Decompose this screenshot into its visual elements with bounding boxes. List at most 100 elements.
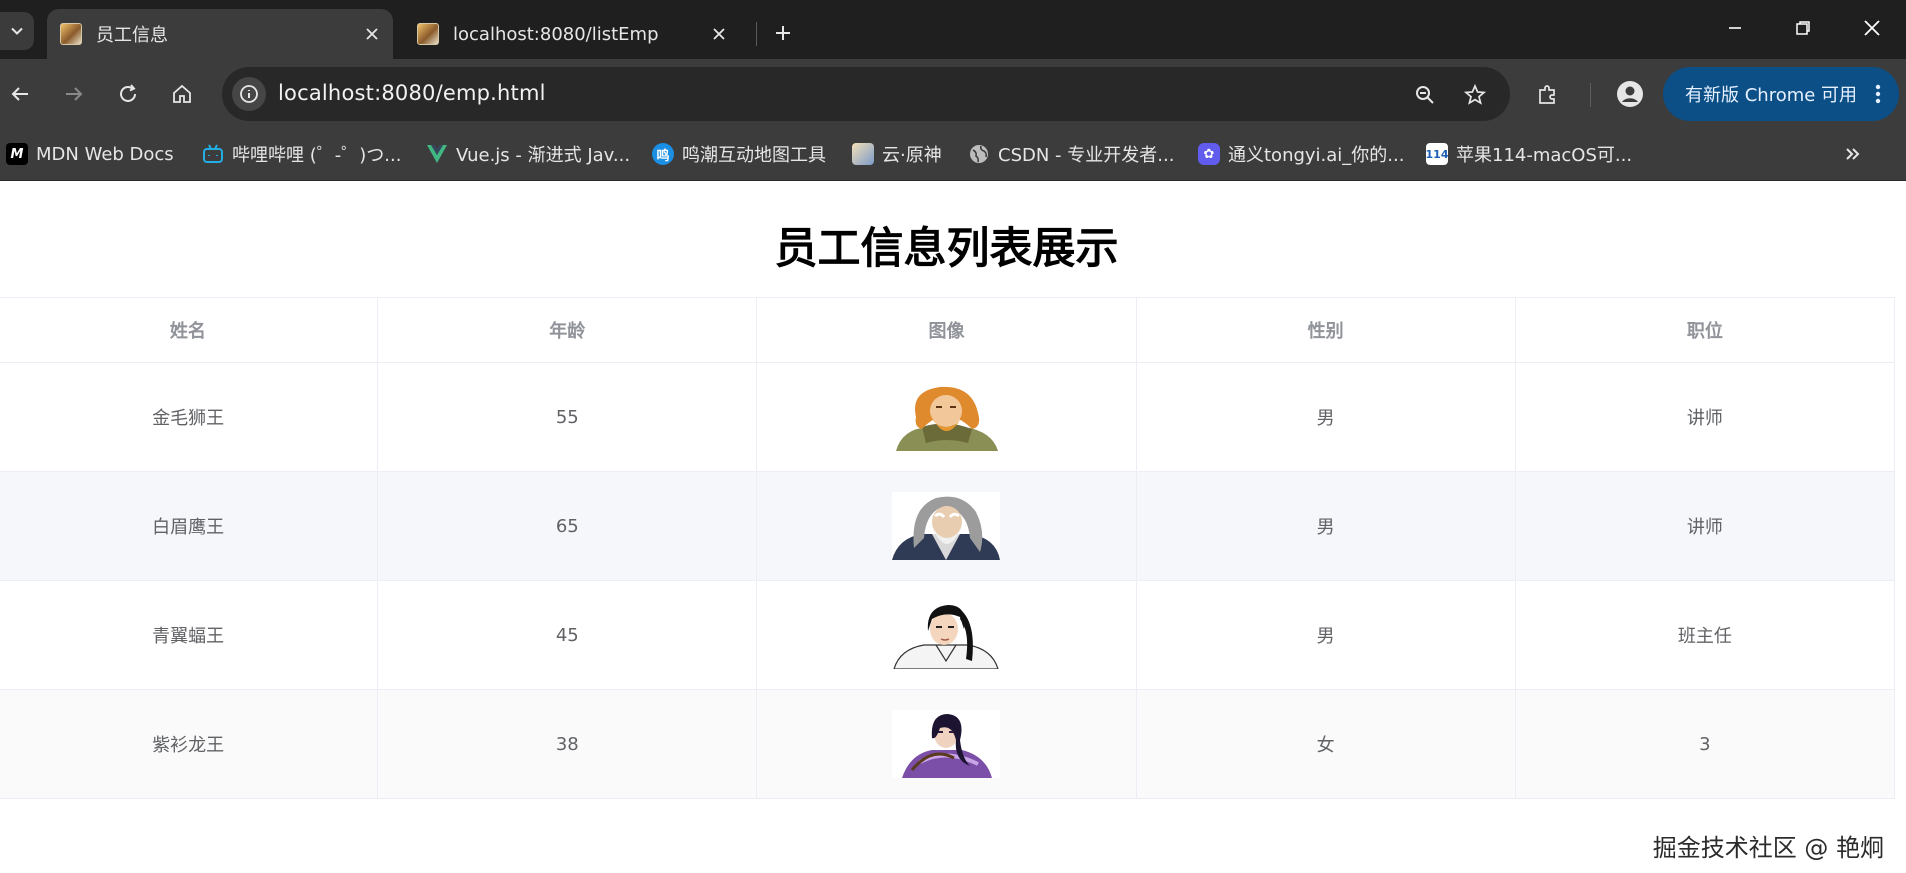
bookmark-star-button[interactable] (1460, 80, 1490, 110)
forward-button[interactable] (56, 76, 92, 112)
plus-icon (776, 26, 790, 40)
tab-search-button[interactable] (0, 12, 34, 50)
address-bar[interactable]: localhost:8080/emp.html (222, 67, 1510, 121)
purple-robe-dragon-king-avatar (892, 710, 1001, 778)
tab-strip: 员工信息 localhost:8080/listEmp (0, 0, 1906, 59)
bookmark-label: 鸣潮互动地图工具 (682, 145, 826, 166)
cell-name: 白眉鹰王 (0, 471, 379, 581)
bookmark-label: MDN Web Docs (36, 143, 174, 165)
cell-job: 3 (1514, 689, 1896, 799)
golden-lion-king-avatar (892, 383, 1001, 451)
tab-favicon-icon (60, 23, 82, 45)
cell-name: 青翼蝠王 (0, 580, 379, 690)
cell-name: 金毛狮王 (0, 362, 379, 472)
cell-image (756, 362, 1137, 472)
cell-gender: 女 (1135, 689, 1516, 799)
cell-job: 班主任 (1514, 580, 1896, 690)
table-header-row: 姓名 年龄 图像 性别 职位 (0, 297, 1896, 363)
green-wing-bat-king-avatar (892, 601, 1001, 669)
bookmark-mdn[interactable]: M MDN Web Docs (6, 139, 174, 169)
close-icon (1864, 20, 1880, 36)
update-button-label: 有新版 Chrome 可用 (1685, 85, 1858, 106)
restore-button[interactable] (1775, 8, 1831, 48)
close-window-button[interactable] (1844, 8, 1900, 48)
watermark: 掘金技术社区 @ 艳炯 (1652, 834, 1884, 862)
browser-toolbar: localhost:8080/emp.html 有新版 Chrome 可用 (0, 59, 1906, 129)
close-icon (713, 28, 725, 40)
bookmark-label: 哔哩哔哩 (゜-゜)つ... (232, 145, 402, 166)
cell-gender: 男 (1135, 471, 1516, 581)
home-button[interactable] (164, 76, 200, 112)
tab-title: localhost:8080/listEmp (453, 23, 659, 45)
header-age: 年龄 (377, 297, 758, 363)
bookmark-tongyi[interactable]: ✿ 通义tongyi.ai_你的... (1198, 139, 1404, 169)
tab-emp-info[interactable]: 员工信息 (47, 9, 393, 59)
more-vert-icon (1875, 84, 1881, 109)
cell-image (756, 580, 1137, 690)
mdn-icon: M (6, 143, 28, 165)
cell-image (756, 471, 1137, 581)
bookmark-label: 通义tongyi.ai_你的... (1228, 145, 1405, 166)
extensions-button[interactable] (1530, 76, 1566, 112)
bookmark-wuthering-map[interactable]: 鸣 鸣潮互动地图工具 (652, 139, 826, 169)
header-name: 姓名 (0, 297, 379, 363)
globe-icon (968, 143, 990, 165)
chrome-update-button[interactable]: 有新版 Chrome 可用 (1663, 67, 1899, 121)
cell-job: 讲师 (1514, 362, 1896, 472)
page-content: 员工信息列表展示 姓名 年龄 图像 性别 职位 金毛狮王 55 男 讲师 白眉鹰… (0, 182, 1906, 873)
chevron-down-icon (11, 27, 23, 35)
address-url[interactable]: localhost:8080/emp.html (278, 81, 546, 105)
header-image: 图像 (756, 297, 1137, 363)
cell-image (756, 689, 1137, 799)
cell-age: 38 (377, 689, 758, 799)
header-gender: 性别 (1136, 297, 1516, 363)
apple114-icon: 114 (1426, 143, 1448, 165)
bookmark-label: CSDN - 专业开发者... (998, 145, 1175, 166)
tongyi-icon: ✿ (1198, 143, 1220, 165)
tab-favicon-icon (417, 23, 439, 45)
home-icon (173, 84, 191, 103)
cell-job: 讲师 (1514, 471, 1896, 581)
vue-icon (426, 143, 448, 165)
table-row: 青翼蝠王 45 男 班主任 (0, 580, 1896, 690)
cell-gender: 男 (1135, 580, 1516, 690)
bookmarks-overflow-button[interactable] (1838, 139, 1868, 169)
puzzle-icon (1539, 85, 1555, 104)
bookmark-csdn[interactable]: CSDN - 专业开发者... (968, 139, 1174, 169)
employee-table: 姓名 年龄 图像 性别 职位 金毛狮王 55 男 讲师 白眉鹰王 65 男 讲师… (0, 297, 1896, 799)
cell-age: 65 (377, 471, 758, 581)
table-row: 紫衫龙王 38 女 3 (0, 689, 1896, 799)
zoom-out-icon (1416, 86, 1434, 104)
toolbar-separator (1590, 83, 1591, 107)
bookmark-vue[interactable]: Vue.js - 渐进式 Jav... (426, 139, 630, 169)
bookmark-bilibili[interactable]: 哔哩哔哩 (゜-゜)つ... (202, 139, 401, 169)
white-brow-eagle-king-avatar (892, 492, 1001, 560)
zoom-button[interactable] (1410, 80, 1440, 110)
back-button[interactable] (2, 76, 38, 112)
minimize-button[interactable] (1707, 8, 1763, 48)
bookmark-label: 苹果114-macOS可... (1456, 145, 1633, 166)
site-info-button[interactable] (232, 77, 266, 111)
star-icon (1464, 84, 1486, 105)
chevron-double-right-icon (1846, 148, 1860, 160)
reload-icon (120, 84, 136, 102)
profile-button[interactable] (1612, 76, 1648, 112)
tab-close-button[interactable] (704, 19, 734, 49)
table-row: 金毛狮王 55 男 讲师 (0, 362, 1896, 472)
arrow-left-icon (11, 87, 28, 101)
page-title: 员工信息列表展示 (774, 224, 1119, 274)
bookmark-genshin-cloud[interactable]: 云·原神 (852, 139, 942, 169)
bookmark-label: 云·原神 (882, 145, 942, 166)
new-tab-button[interactable] (765, 15, 801, 51)
reload-button[interactable] (110, 76, 146, 112)
close-icon (366, 28, 378, 40)
bookmark-label: Vue.js - 渐进式 Jav... (456, 145, 631, 166)
arrow-right-icon (66, 87, 83, 101)
tab-list-emp[interactable]: localhost:8080/listEmp (404, 9, 740, 59)
bookmark-apple114[interactable]: 114 苹果114-macOS可... (1426, 139, 1632, 169)
restore-icon (1796, 21, 1810, 35)
tab-close-button[interactable] (357, 19, 387, 49)
header-job: 职位 (1515, 297, 1896, 363)
genshin-cloud-icon (852, 143, 874, 165)
cell-age: 55 (377, 362, 758, 472)
